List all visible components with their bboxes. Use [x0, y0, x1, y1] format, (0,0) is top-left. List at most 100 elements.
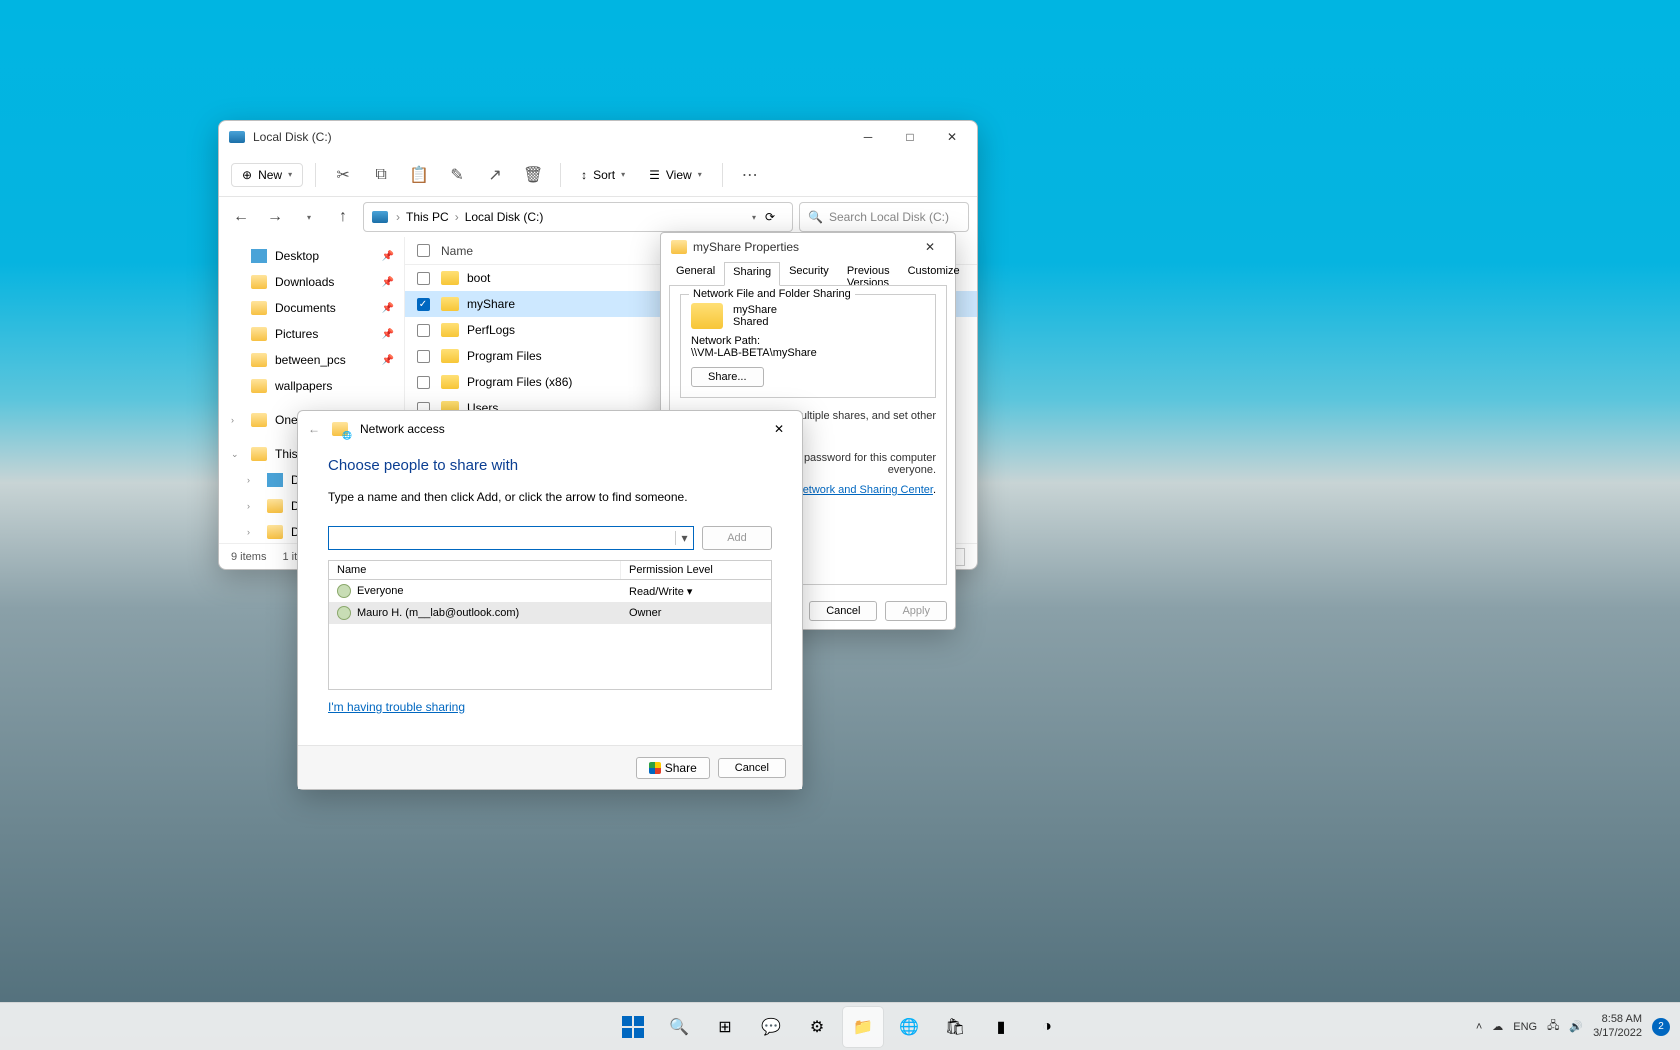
language-indicator[interactable]: ENG	[1513, 1021, 1537, 1033]
folder-icon	[251, 353, 267, 367]
address-bar[interactable]: › This PC › Local Disk (C:) ▾ ⟳	[363, 202, 793, 232]
network-tray-icon[interactable]: 🖧	[1547, 1017, 1559, 1036]
nav-item[interactable]: Desktop📌	[223, 243, 400, 269]
chevron-icon[interactable]: ⌄	[231, 449, 243, 460]
sort-icon: ↕	[581, 168, 587, 182]
settings-button[interactable]: ⚙	[797, 1007, 837, 1047]
store-button[interactable]: 🛍	[935, 1007, 975, 1047]
search-icon: 🔍	[808, 210, 823, 224]
nav-item[interactable]: Pictures📌	[223, 321, 400, 347]
desktop-icon	[251, 249, 267, 263]
chevron-down-icon: ▾	[288, 170, 292, 179]
person-combobox[interactable]: ▾	[328, 526, 694, 550]
network-sharing-center-link[interactable]: Network and Sharing Center	[795, 484, 933, 496]
app-button[interactable]: ◑	[1027, 1007, 1067, 1047]
minimize-button[interactable]: ─	[847, 123, 889, 151]
permission-dropdown[interactable]: Owner	[621, 604, 771, 622]
permission-dropdown[interactable]: Read/Write ▾	[621, 582, 771, 600]
edge-button[interactable]: 🌐	[889, 1007, 929, 1047]
row-checkbox[interactable]	[417, 272, 430, 285]
tab-previous-versions[interactable]: Previous Versions	[838, 261, 899, 285]
tray-overflow-button[interactable]: ˄	[1476, 1021, 1482, 1033]
clock[interactable]: 8:58 AM 3/17/2022	[1593, 1013, 1642, 1039]
properties-titlebar[interactable]: myShare Properties ✕	[661, 233, 955, 261]
search-button[interactable]: 🔍	[659, 1007, 699, 1047]
paste-button[interactable]: 📋	[404, 160, 434, 190]
chevron-down-icon: ▾	[621, 170, 625, 179]
notification-badge[interactable]: 2	[1652, 1018, 1670, 1036]
cancel-button[interactable]: Cancel	[809, 601, 877, 621]
terminal-button[interactable]: ▮	[981, 1007, 1021, 1047]
new-button[interactable]: ⊕ New ▾	[231, 163, 303, 187]
start-button[interactable]	[613, 1007, 653, 1047]
close-button[interactable]: ✕	[931, 123, 973, 151]
tab-security[interactable]: Security	[780, 261, 838, 285]
refresh-button[interactable]: ⟳	[756, 210, 784, 224]
back-button[interactable]: ←	[227, 203, 255, 231]
rename-button[interactable]: ✎	[442, 160, 472, 190]
sort-button[interactable]: ↕ Sort ▾	[573, 164, 633, 186]
row-checkbox[interactable]	[417, 324, 430, 337]
chevron-icon[interactable]: ›	[247, 501, 259, 511]
chevron-down-icon[interactable]: ▾	[675, 531, 693, 545]
chevron-icon[interactable]: ›	[247, 527, 259, 537]
onedrive-tray-icon[interactable]: ☁	[1492, 1020, 1503, 1033]
tab-general[interactable]: General	[667, 261, 724, 285]
share-row[interactable]: EveryoneRead/Write ▾	[329, 580, 771, 602]
add-button[interactable]: Add	[702, 526, 772, 550]
back-button[interactable]: ←	[308, 422, 320, 436]
apply-button[interactable]: Apply	[885, 601, 947, 621]
view-button[interactable]: ☰ View ▾	[641, 164, 710, 186]
volume-tray-icon[interactable]: 🔊	[1569, 1020, 1583, 1033]
row-checkbox[interactable]	[417, 376, 430, 389]
breadcrumb-item[interactable]: This PC	[402, 210, 453, 224]
close-button[interactable]: ✕	[909, 233, 951, 261]
trouble-sharing-link[interactable]: I'm having trouble sharing	[328, 700, 465, 714]
taskbar: 🔍 ⊞ 💬 ⚙ 📁 🌐 🛍 ▮ ◑ ˄ ☁ ENG 🖧 🔊 8:58 AM 3/…	[0, 1002, 1680, 1050]
close-button[interactable]: ✕	[766, 418, 792, 440]
column-permission[interactable]: Permission Level	[621, 561, 771, 579]
delete-button[interactable]: 🗑	[518, 160, 548, 190]
maximize-button[interactable]: □	[889, 123, 931, 151]
task-view-button[interactable]: ⊞	[705, 1007, 745, 1047]
more-button[interactable]: ⋯	[735, 160, 765, 190]
share-button[interactable]: ↗	[480, 160, 510, 190]
explorer-titlebar[interactable]: Local Disk (C:) ─ □ ✕	[219, 121, 977, 153]
select-all-checkbox[interactable]	[417, 244, 430, 257]
share-button[interactable]: Share...	[691, 367, 764, 387]
nav-item[interactable]: Downloads📌	[223, 269, 400, 295]
breadcrumb-item[interactable]: Local Disk (C:)	[461, 210, 548, 224]
nav-item[interactable]: wallpapers	[223, 373, 400, 399]
pictures-icon	[251, 327, 267, 341]
desktop-icon	[267, 473, 283, 487]
search-input[interactable]: 🔍 Search Local Disk (C:)	[799, 202, 969, 232]
network-sharing-group: Network File and Folder Sharing myShare …	[680, 294, 936, 398]
row-checkbox[interactable]: ✓	[417, 298, 430, 311]
nav-item[interactable]: Documents📌	[223, 295, 400, 321]
up-button[interactable]: ↑	[329, 203, 357, 231]
tab-sharing[interactable]: Sharing	[724, 262, 780, 286]
chevron-icon[interactable]: ›	[231, 415, 243, 425]
tab-customize[interactable]: Customize	[899, 261, 969, 285]
chevron-icon[interactable]: ›	[247, 475, 259, 485]
nav-item[interactable]: between_pcs📌	[223, 347, 400, 373]
forward-button[interactable]: →	[261, 203, 289, 231]
cut-button[interactable]: ✂	[328, 160, 358, 190]
copy-button[interactable]: ⧉	[366, 160, 396, 190]
recent-button[interactable]: ▾	[295, 203, 323, 231]
chat-button[interactable]: 💬	[751, 1007, 791, 1047]
desktop: Local Disk (C:) ─ □ ✕ ⊕ New ▾ ✂ ⧉ 📋 ✎ ↗ …	[0, 0, 1680, 1050]
share-button[interactable]: Share	[636, 757, 710, 779]
shield-icon	[649, 762, 661, 774]
explorer-taskbar-button[interactable]: 📁	[843, 1007, 883, 1047]
share-row[interactable]: Mauro H. (m__lab@outlook.com)Owner	[329, 602, 771, 624]
column-name[interactable]: Name	[329, 561, 621, 579]
pin-icon: 📌	[382, 303, 394, 314]
system-tray: ˄ ☁ ENG 🖧 🔊 8:58 AM 3/17/2022 2	[1476, 1013, 1670, 1039]
downloads-icon	[251, 275, 267, 289]
dialog-footer: Share Cancel	[298, 745, 802, 789]
cancel-button[interactable]: Cancel	[718, 758, 786, 778]
folder-icon	[251, 379, 267, 393]
user-icon	[337, 584, 351, 598]
row-checkbox[interactable]	[417, 350, 430, 363]
